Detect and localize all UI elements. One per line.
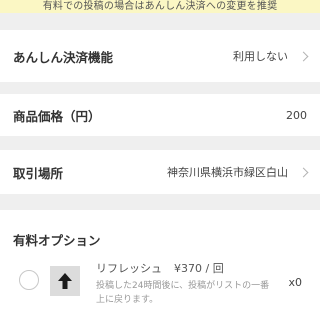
place-label: 取引場所 [13, 165, 64, 181]
refresh-option-description: 投稿した24時間後に、投稿がリストの一番上に戻ります。 [96, 281, 270, 305]
payment-setting-label: あんしん決済機能 [13, 49, 114, 65]
refresh-option-count: x0 [288, 276, 302, 289]
chevron-right-icon [298, 167, 309, 177]
refresh-option-name: リフレッシュ [96, 262, 162, 275]
payment-setting-value: 利用しない [233, 50, 288, 63]
chevron-right-icon [298, 51, 309, 61]
refresh-option-name-line: リフレッシュ ¥370 / 回 [96, 260, 224, 276]
price-value[interactable]: 200 [286, 109, 307, 122]
arrow-up-icon [58, 273, 72, 289]
payment-setting-row[interactable]: あんしん決済機能 利用しない [0, 30, 320, 82]
refresh-option-radio[interactable] [19, 270, 39, 290]
paid-options-title: 有料オプション [13, 233, 101, 248]
place-row[interactable]: 取引場所 神奈川県横浜市緑区白山 [0, 150, 320, 194]
place-value: 神奈川県横浜市緑区白山 [167, 166, 288, 179]
refresh-option-price: ¥370 / 回 [174, 262, 224, 275]
paid-options-section: 有料オプション リフレッシュ ¥370 / 回 投稿した24時間後に、投稿がリスト… [0, 210, 320, 320]
refresh-option-icon-box [50, 266, 80, 296]
notice-banner: 有料での投稿の場合はあんしん決済への変更を推奨 [0, 0, 320, 13]
notice-text: 有料での投稿の場合はあんしん決済への変更を推奨 [42, 1, 278, 12]
price-row[interactable]: 商品価格（円） 200 [0, 94, 320, 136]
price-label: 商品価格（円） [13, 108, 101, 124]
